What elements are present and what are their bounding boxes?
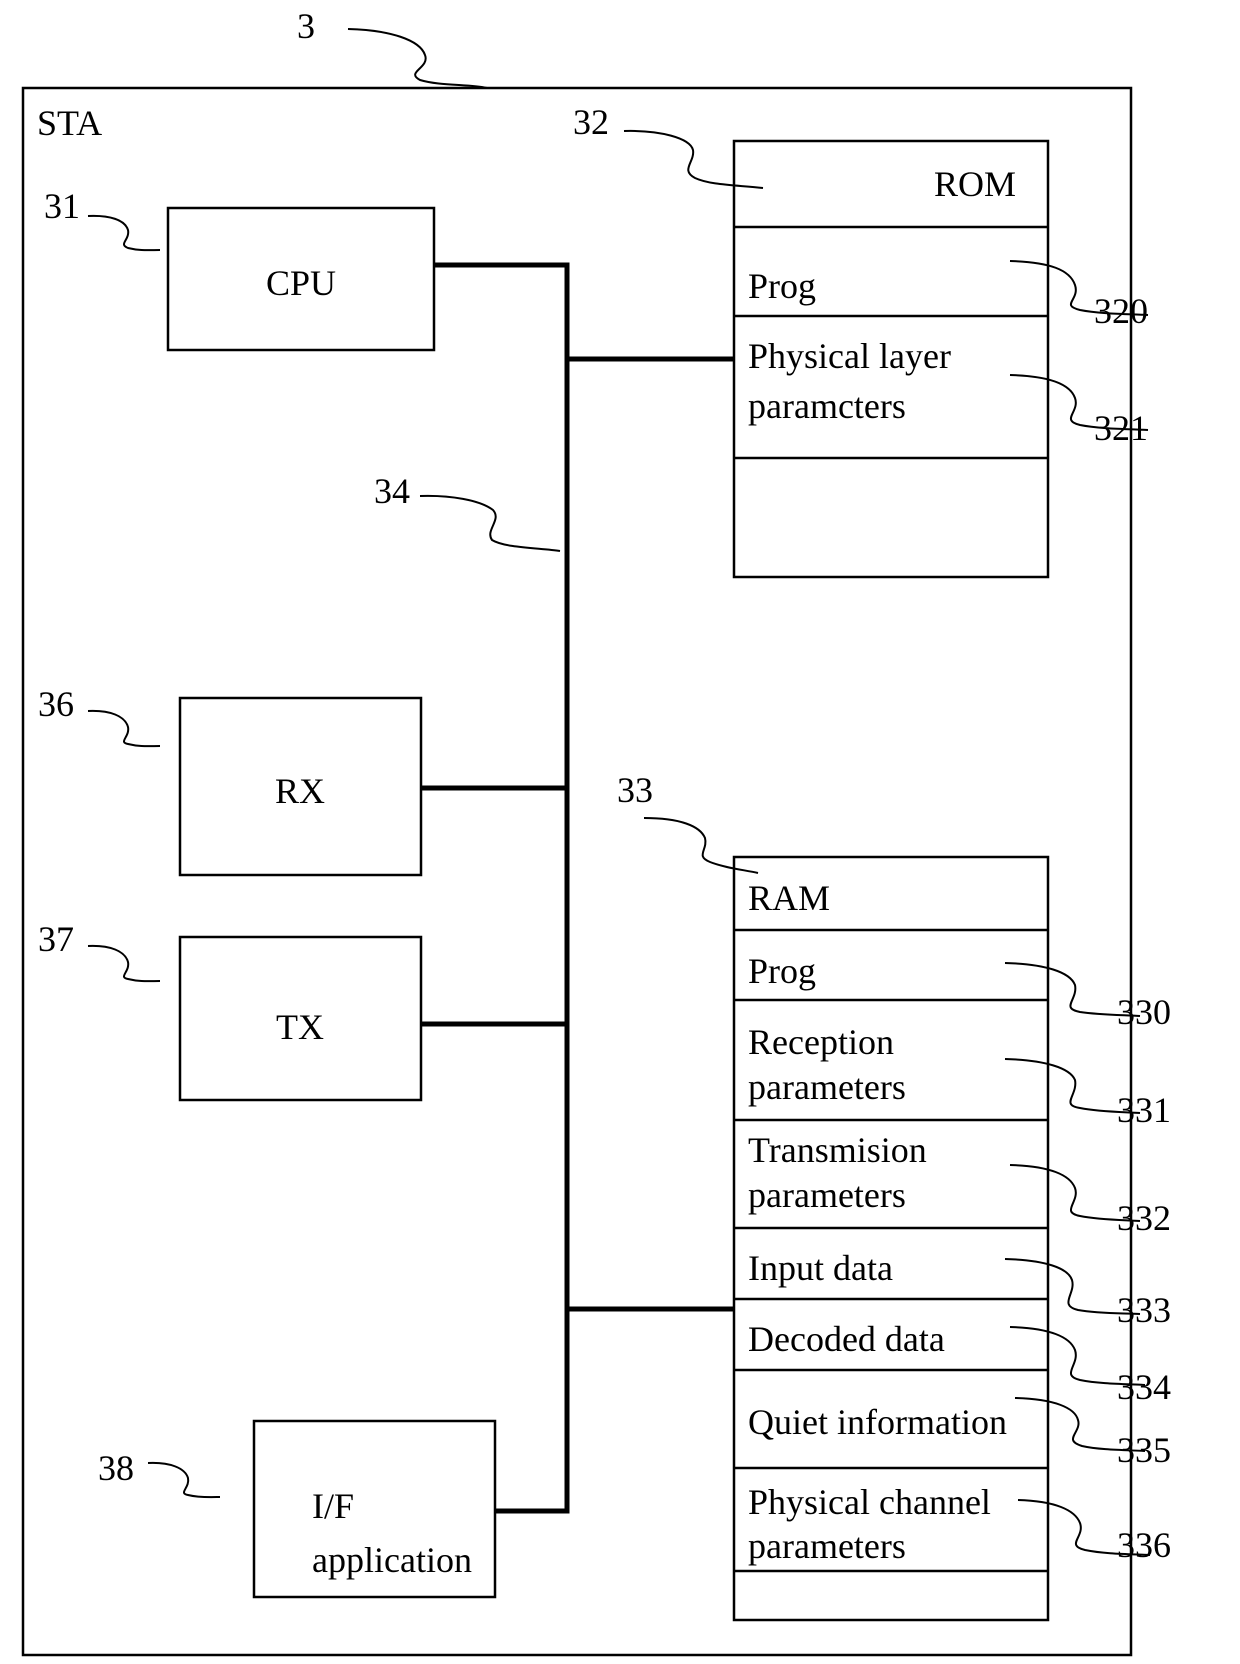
ram-row-label: Physical channel <box>748 1482 991 1522</box>
ram-row-ref: 336 <box>1117 1525 1171 1565</box>
ram-title: RAM <box>748 878 830 918</box>
ram-row-label: Transmision <box>748 1130 927 1170</box>
ram-row-label-line2: parameters <box>748 1067 906 1107</box>
ram-row-ref: 331 <box>1117 1090 1171 1130</box>
ram-row-ref: 333 <box>1117 1290 1171 1330</box>
rx-ref: 36 <box>38 684 74 724</box>
ram-ref: 33 <box>617 770 653 810</box>
ram-row-label: Decoded data <box>748 1319 945 1359</box>
rom-title: ROM <box>934 164 1016 204</box>
ram-row-ref: 330 <box>1117 992 1171 1032</box>
sta-label: STA <box>37 103 102 143</box>
rom-row-ref: 320 <box>1094 291 1148 331</box>
ram-row-label: Quiet information <box>748 1402 1007 1442</box>
sta-block-diagram: STA 3 34 CPU 31 RX 36 TX 37 I/F applicat… <box>21 6 1171 1657</box>
interface-ref: 38 <box>98 1448 134 1488</box>
cpu-ref: 31 <box>44 186 80 226</box>
ram-row-label: Input data <box>748 1248 893 1288</box>
rx-label: RX <box>275 771 325 811</box>
bus-ref: 34 <box>374 471 410 511</box>
interface-label-line2: application <box>312 1540 472 1580</box>
figure-ref-leader <box>347 28 488 89</box>
rom-row-label-line2: paramcters <box>748 386 906 426</box>
ram-row-label-line2: parameters <box>748 1526 906 1566</box>
ram-row-ref: 332 <box>1117 1198 1171 1238</box>
ram-row-ref: 334 <box>1117 1367 1171 1407</box>
rom-ref: 32 <box>573 102 609 142</box>
ram-row-label: Prog <box>748 951 816 991</box>
cpu-label: CPU <box>266 263 336 303</box>
ram-row-label: Reception <box>748 1022 894 1062</box>
interface-label-line1: I/F <box>312 1486 354 1526</box>
figure-ref: 3 <box>297 6 315 46</box>
rom-row-label: Prog <box>748 266 816 306</box>
rom-row-label: Physical layer <box>748 336 951 376</box>
tx-label: TX <box>276 1007 324 1047</box>
ram-row-label-line2: parameters <box>748 1175 906 1215</box>
tx-ref: 37 <box>38 919 74 959</box>
